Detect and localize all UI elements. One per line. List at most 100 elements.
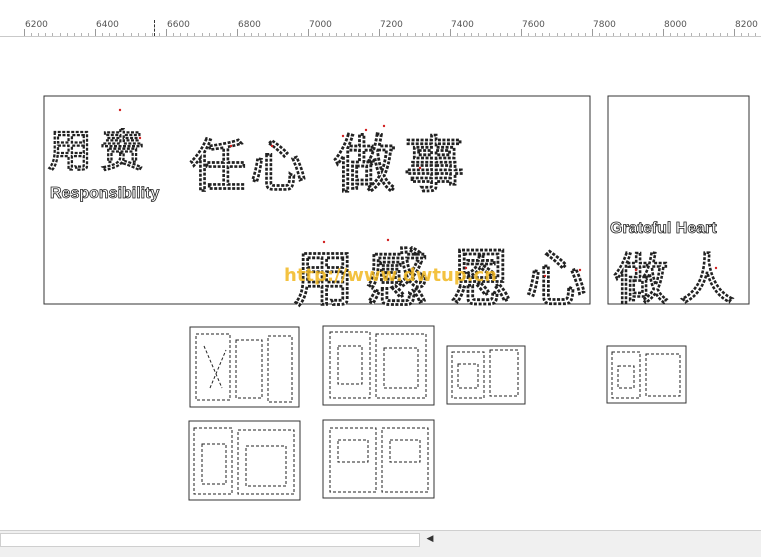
ruler-minor-tick (670, 33, 672, 36)
ruler-minor-tick (549, 33, 551, 36)
watermark-url: http://www.dwtup.cn (284, 265, 497, 286)
ruler-minor-tick (741, 33, 743, 36)
ruler-minor-tick (464, 33, 466, 36)
scrollbar-track[interactable] (0, 533, 420, 547)
ruler-minor-tick (570, 33, 572, 36)
ruler-minor-tick (705, 33, 707, 36)
ruler-minor-tick (123, 33, 125, 36)
ruler-minor-tick (59, 33, 61, 36)
ruler-minor-tick (584, 33, 586, 36)
ruler-minor-tick (222, 33, 224, 36)
cut-piece-6[interactable] (322, 419, 435, 499)
ruler-minor-tick (499, 33, 501, 36)
ruler-minor-tick (599, 33, 601, 36)
ruler-minor-tick (634, 33, 636, 36)
ruler-minor-tick (180, 33, 182, 36)
ruler-major-tick (450, 29, 451, 36)
ruler-major-tick (24, 29, 25, 36)
ruler-minor-tick (620, 33, 622, 36)
ruler-minor-tick (471, 33, 473, 36)
english-responsibility[interactable]: Responsibility (50, 185, 160, 203)
ruler-minor-tick (265, 33, 267, 36)
ruler-minor-tick (442, 33, 444, 36)
ruler-minor-tick (655, 33, 657, 36)
ruler-minor-tick (528, 33, 530, 36)
ruler-label: 7000 (309, 20, 332, 30)
ruler-minor-tick (45, 33, 47, 36)
ruler-minor-tick (279, 33, 281, 36)
ruler-minor-tick (613, 33, 615, 36)
ruler-minor-tick (577, 33, 579, 36)
cut-piece-1[interactable] (189, 326, 300, 408)
ruler-minor-tick (563, 33, 565, 36)
ruler-minor-tick (606, 33, 608, 36)
cut-piece-3[interactable] (446, 345, 526, 405)
main-char-1[interactable]: 用 (48, 126, 93, 178)
ruler-minor-tick (293, 33, 295, 36)
ruler-minor-tick (300, 33, 302, 36)
ruler-minor-tick (400, 33, 402, 36)
scroll-left-icon[interactable]: ◀ (424, 532, 436, 546)
ruler-minor-tick (485, 33, 487, 36)
ruler-minor-tick (187, 33, 189, 36)
ruler-minor-tick (244, 33, 246, 36)
main-char-5[interactable]: 做 (333, 128, 397, 202)
ruler-minor-tick (641, 33, 643, 36)
design-canvas[interactable]: 用 责 任 心 做 事 Responsibility 用 感 恩 心 Grate… (0, 37, 761, 530)
horizontal-ruler[interactable]: 6200 6400 6600 6800 7000 7200 7400 7600 7800 8000… (0, 0, 761, 37)
main-char-10[interactable]: 心 (526, 245, 587, 316)
cut-piece-5[interactable] (188, 420, 301, 501)
cut-piece-2[interactable] (322, 325, 435, 406)
ruler-label: 6200 (25, 20, 48, 30)
ruler-label: 7800 (593, 20, 616, 30)
ruler-major-tick (592, 29, 593, 36)
main-char-4[interactable]: 心 (250, 135, 307, 201)
ruler-minor-tick (556, 33, 558, 36)
ruler-minor-tick (343, 33, 345, 36)
right-char-2[interactable]: 人 (680, 248, 735, 312)
ruler-minor-tick (38, 33, 40, 36)
ruler-minor-tick (478, 33, 480, 36)
ruler-minor-tick (414, 33, 416, 36)
ruler-minor-tick (194, 33, 196, 36)
ruler-minor-tick (208, 33, 210, 36)
cut-piece-4[interactable] (606, 345, 687, 404)
right-char-1[interactable]: 做 (613, 248, 669, 312)
ruler-minor-tick (66, 33, 68, 36)
ruler-minor-tick (80, 33, 82, 36)
ruler-minor-tick (457, 33, 459, 36)
ruler-minor-tick (386, 33, 388, 36)
ruler-label: 6800 (238, 20, 261, 30)
ruler-minor-tick (364, 33, 366, 36)
ruler-minor-tick (513, 33, 515, 36)
ruler-cursor-marker (154, 20, 155, 36)
ruler-minor-tick (393, 33, 395, 36)
ruler-minor-tick (151, 33, 153, 36)
ruler-minor-tick (506, 33, 508, 36)
ruler-minor-tick (755, 33, 757, 36)
ruler-minor-tick (677, 33, 679, 36)
horizontal-scrollbar[interactable]: ◀ (0, 530, 761, 549)
ruler-minor-tick (144, 33, 146, 36)
ruler-minor-tick (215, 33, 217, 36)
ruler-minor-tick (357, 33, 359, 36)
ruler-major-tick (734, 29, 735, 36)
ruler-minor-tick (726, 33, 728, 36)
ruler-minor-tick (173, 33, 175, 36)
ruler-minor-tick (201, 33, 203, 36)
ruler-major-tick (521, 29, 522, 36)
main-char-6[interactable]: 事 (404, 131, 465, 202)
main-char-3[interactable]: 任 (190, 135, 247, 201)
ruler-minor-tick (158, 33, 160, 36)
ruler-minor-tick (130, 33, 132, 36)
main-char-2[interactable]: 责 (100, 126, 145, 178)
ruler-minor-tick (251, 33, 253, 36)
ruler-label: 8200 (735, 20, 758, 30)
ruler-minor-tick (31, 33, 33, 36)
english-grateful-heart[interactable]: Grateful Heart (610, 220, 718, 238)
ruler-minor-tick (648, 33, 650, 36)
ruler-minor-tick (535, 33, 537, 36)
ruler-minor-tick (691, 33, 693, 36)
ruler-major-tick (379, 29, 380, 36)
ruler-top-strip (0, 0, 761, 17)
